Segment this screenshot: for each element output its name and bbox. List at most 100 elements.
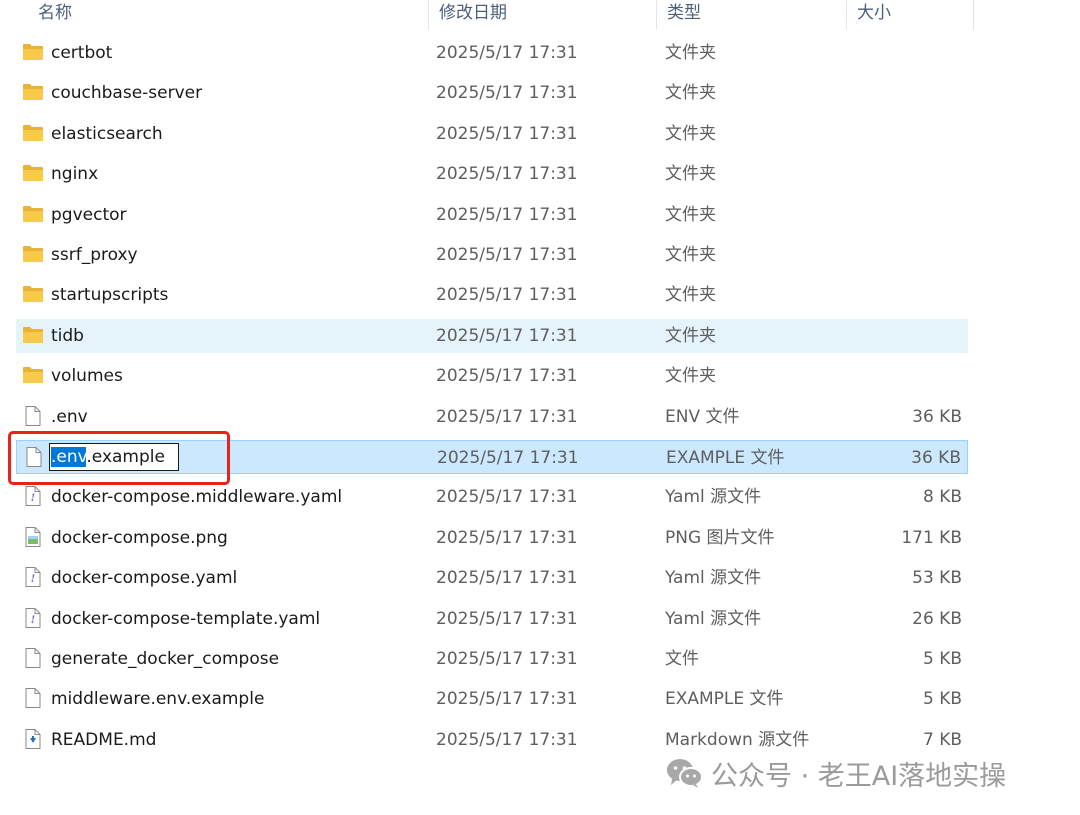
file-name: startupscripts xyxy=(51,285,169,306)
file-size: 36 KB xyxy=(911,448,961,468)
file-type: Yaml 源文件 xyxy=(665,608,762,629)
file-date: 2025/5/17 17:31 xyxy=(436,366,578,387)
file-row[interactable]: ssrf_proxy 2025/5/17 17:31 文件夹 xyxy=(16,238,968,272)
markdown-file-icon xyxy=(22,728,44,749)
file-name: .env xyxy=(51,406,88,427)
file-type: EXAMPLE 文件 xyxy=(665,689,784,710)
file-date: 2025/5/17 17:31 xyxy=(436,43,578,63)
file-row[interactable]: README.md 2025/5/17 17:31 Markdown 源文件 7 KB xyxy=(16,723,968,757)
file-name: generate_docker_compose xyxy=(51,649,280,669)
folder-icon xyxy=(22,204,44,224)
file-type: 文件 xyxy=(665,649,699,669)
file-type: 文件夹 xyxy=(665,83,716,104)
file-row[interactable]: nginx 2025/5/17 17:31 文件夹 xyxy=(16,157,968,191)
file-row[interactable]: .env 2025/5/17 17:31 ENV 文件 36 KB xyxy=(16,400,968,434)
folder-icon xyxy=(22,163,44,183)
file-type: Yaml 源文件 xyxy=(665,487,762,508)
highlight-annotation xyxy=(8,431,230,485)
file-size: 36 KB xyxy=(912,406,962,427)
folder-icon xyxy=(22,82,44,102)
column-header-bar: 名称 修改日期 类型 大小 xyxy=(0,0,1080,30)
file-name: README.md xyxy=(51,729,157,750)
yaml-file-icon: ! xyxy=(22,567,44,588)
file-row[interactable]: middleware.env.example 2025/5/17 17:31 EXA… xyxy=(16,682,968,716)
file-row[interactable]: docker-compose.png 2025/5/17 17:31 PNG 图片文… xyxy=(16,521,968,555)
file-row[interactable]: couchbase-server 2025/5/17 17:31 文件夹 xyxy=(16,76,968,110)
file-row[interactable]: startupscripts 2025/5/17 17:31 文件夹 xyxy=(16,278,968,312)
file-name: docker-compose.yaml xyxy=(51,568,238,589)
file-date: 2025/5/17 17:31 xyxy=(436,245,578,265)
file-name: middleware.env.example xyxy=(51,689,265,710)
file-size: 5 KB xyxy=(922,689,962,710)
file-icon xyxy=(22,648,44,668)
file-row[interactable]: ! docker-compose.middleware.yaml 2025/5/17… xyxy=(16,480,968,514)
file-name: docker-compose.png xyxy=(51,527,228,548)
file-name: ssrf_proxy xyxy=(51,245,138,265)
file-size: 7 KB xyxy=(922,729,962,750)
file-size: 5 KB xyxy=(922,649,962,669)
file-type: PNG 图片文件 xyxy=(665,527,775,548)
file-date: 2025/5/17 17:31 xyxy=(436,164,578,185)
file-type: 文件夹 xyxy=(665,123,716,144)
file-name: volumes xyxy=(51,366,123,387)
file-row[interactable]: tidb 2025/5/17 17:31 文件夹 xyxy=(16,318,968,353)
folder-icon xyxy=(22,365,44,385)
file-type: 文件夹 xyxy=(665,204,716,225)
file-icon xyxy=(22,688,44,709)
file-row[interactable]: ! docker-compose.yaml 2025/5/17 17:31 Yaml … xyxy=(16,561,968,595)
column-header-type[interactable]: 类型 xyxy=(656,0,846,30)
folder-icon xyxy=(22,244,44,264)
file-type: 文件夹 xyxy=(665,43,716,63)
svg-text:!: ! xyxy=(31,493,35,504)
file-type: 文件夹 xyxy=(665,366,716,387)
file-name: certbot xyxy=(51,43,113,63)
file-size: 171 KB xyxy=(901,527,962,548)
file-date: 2025/5/17 17:31 xyxy=(436,123,578,144)
file-date: 2025/5/17 17:31 xyxy=(437,448,579,468)
file-date: 2025/5/17 17:31 xyxy=(436,729,578,750)
file-row[interactable]: certbot 2025/5/17 17:31 文件夹 xyxy=(16,36,968,70)
file-date: 2025/5/17 17:31 xyxy=(436,568,578,589)
file-date: 2025/5/17 17:31 xyxy=(436,689,578,710)
file-name: couchbase-server xyxy=(51,83,203,104)
file-date: 2025/5/17 17:31 xyxy=(436,204,578,225)
svg-text:!: ! xyxy=(31,615,35,626)
file-date: 2025/5/17 17:31 xyxy=(436,285,578,306)
file-date: 2025/5/17 17:31 xyxy=(436,527,578,548)
file-date: 2025/5/17 17:31 xyxy=(436,83,578,104)
image-file-icon xyxy=(22,526,44,547)
file-row[interactable]: ! docker-compose-template.yaml 2025/5/17 1… xyxy=(16,602,968,636)
file-row[interactable]: generate_docker_compose 2025/5/17 17:31 文件… xyxy=(16,642,968,676)
column-header-size[interactable]: 大小 xyxy=(846,0,974,30)
file-type: Yaml 源文件 xyxy=(665,568,762,589)
file-row[interactable]: pgvector 2025/5/17 17:31 文件夹 xyxy=(16,198,968,232)
watermark-text: 公众号 · 老王AI落地实操 xyxy=(711,760,1007,792)
svg-text:!: ! xyxy=(31,574,35,585)
file-type: EXAMPLE 文件 xyxy=(666,448,785,468)
file-type: 文件夹 xyxy=(665,325,716,346)
file-size: 8 KB xyxy=(922,487,962,508)
file-type: 文件夹 xyxy=(665,285,716,306)
yaml-file-icon: ! xyxy=(22,607,44,628)
file-row[interactable]: volumes 2025/5/17 17:31 文件夹 xyxy=(16,359,968,393)
file-size: 53 KB xyxy=(912,568,962,589)
file-date: 2025/5/17 17:31 xyxy=(436,649,578,669)
yaml-file-icon: ! xyxy=(22,486,44,507)
file-date: 2025/5/17 17:31 xyxy=(436,406,578,427)
file-date: 2025/5/17 17:31 xyxy=(436,608,578,629)
file-date: 2025/5/17 17:31 xyxy=(436,325,578,346)
column-header-name[interactable]: 名称 xyxy=(28,0,428,30)
file-date: 2025/5/17 17:31 xyxy=(436,487,578,508)
file-name: docker-compose-template.yaml xyxy=(51,608,321,629)
file-type: ENV 文件 xyxy=(665,406,740,427)
file-name: pgvector xyxy=(51,204,127,225)
file-type: 文件夹 xyxy=(665,164,716,185)
watermark: 公众号 · 老王AI落地实操 xyxy=(665,754,1006,792)
folder-icon xyxy=(22,284,44,304)
folder-icon xyxy=(22,325,44,345)
wechat-icon xyxy=(667,759,703,788)
file-row[interactable]: elasticsearch 2025/5/17 17:31 文件夹 xyxy=(16,117,968,151)
column-header-date[interactable]: 修改日期 xyxy=(428,0,656,30)
file-name: elasticsearch xyxy=(51,123,163,144)
file-name: docker-compose.middleware.yaml xyxy=(51,487,343,508)
